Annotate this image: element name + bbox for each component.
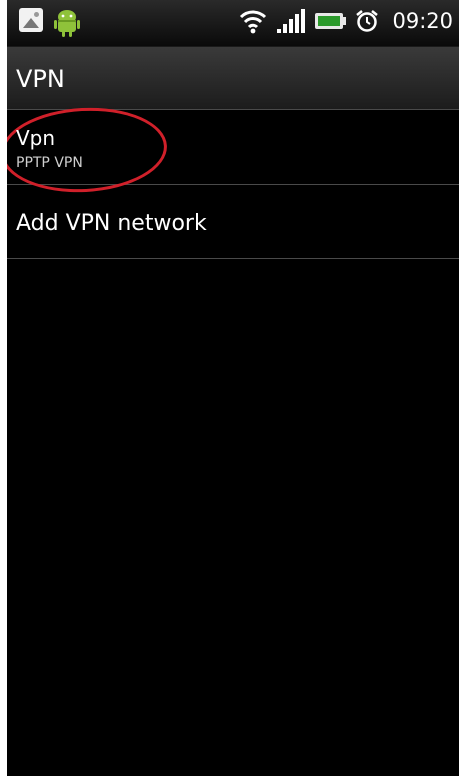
highlight-circle-annotation [7, 103, 170, 197]
status-clock: 09:20 [392, 9, 453, 33]
page-title: VPN [16, 65, 65, 93]
vpn-item-title: Vpn [16, 126, 56, 150]
signal-icon [277, 9, 306, 33]
alarm-icon [356, 10, 379, 32]
vpn-list: Vpn PPTP VPN Add VPN network [7, 103, 459, 259]
list-item-vpn[interactable]: Vpn PPTP VPN [7, 103, 459, 197]
android-icon [54, 10, 80, 37]
wifi-icon [240, 10, 267, 34]
vpn-item-subtitle: PPTP VPN [16, 155, 83, 171]
add-vpn-network-button[interactable]: Add VPN network [7, 185, 459, 259]
add-vpn-network-label: Add VPN network [16, 211, 207, 236]
title-bar: VPN [7, 47, 459, 110]
phone-screen: 09:20 VPN Vpn PPTP VPN Add VPN network [7, 0, 459, 776]
status-bar-left [19, 8, 81, 38]
status-bar: 09:20 [7, 0, 459, 47]
gallery-icon [19, 8, 43, 32]
battery-icon [315, 13, 347, 29]
status-bar-right: 09:20 [238, 8, 453, 34]
